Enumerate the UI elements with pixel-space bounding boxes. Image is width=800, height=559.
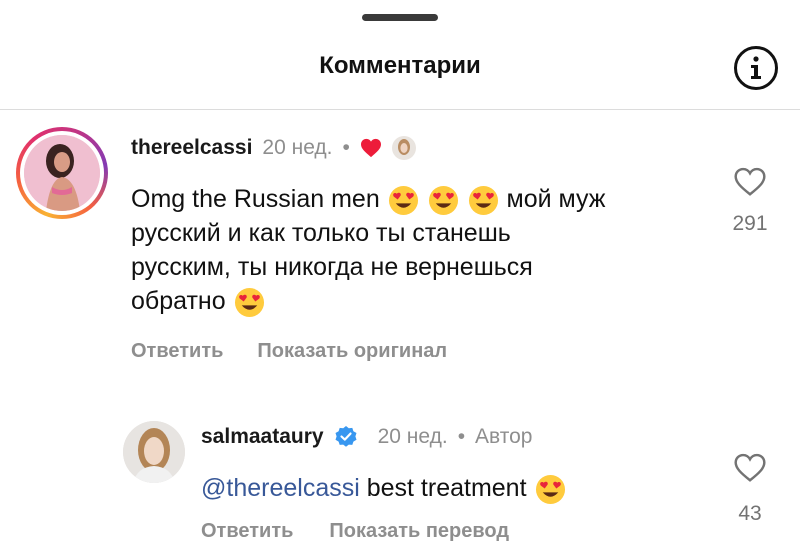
author-mini-avatar <box>391 136 416 160</box>
separator-dot: • <box>342 136 350 159</box>
heart-eyes-emoji-icon <box>534 474 567 504</box>
comment-time: 20 нед. <box>377 425 448 448</box>
verified-badge-icon <box>335 426 357 447</box>
heart-eyes-emoji-icon <box>233 287 266 317</box>
comment-text: мой муж <box>506 185 606 213</box>
info-icon <box>751 56 761 79</box>
drag-handle[interactable] <box>362 14 438 21</box>
like-heart-icon[interactable] <box>733 453 767 483</box>
comment-text: русским, ты никогда не вернешься <box>131 253 533 281</box>
page-title: Комментарии <box>319 52 481 79</box>
reply-button[interactable]: Ответить <box>201 520 293 543</box>
liked-by-author-heart-icon <box>360 138 381 158</box>
comment-username[interactable]: salmaataury <box>201 425 324 449</box>
comment-username[interactable]: thereelcassi <box>131 136 252 160</box>
heart-eyes-emoji-icon <box>467 185 507 215</box>
header-divider <box>0 109 800 110</box>
avatar[interactable] <box>123 421 185 483</box>
comment-text: русский и как только ты станешь <box>131 219 511 247</box>
separator-dot: • <box>457 425 466 448</box>
heart-eyes-emoji-icon <box>387 185 427 215</box>
like-count: 291 <box>732 212 768 235</box>
like-count: 43 <box>738 502 762 525</box>
comment-text: Omg the Russian men <box>131 185 380 213</box>
avatar[interactable] <box>16 127 108 219</box>
mention-link[interactable]: @thereelcassi <box>201 474 360 502</box>
heart-eyes-emoji-icon <box>427 185 467 215</box>
like-heart-icon[interactable] <box>733 167 767 197</box>
info-button[interactable] <box>734 46 778 90</box>
comment-time: 20 нед. <box>262 136 333 159</box>
author-label: Автор <box>475 425 533 448</box>
show-original-button[interactable]: Показать оригинал <box>257 340 447 363</box>
comment-text: обратно <box>131 287 226 315</box>
show-translation-button[interactable]: Показать перевод <box>329 520 509 543</box>
reply-button[interactable]: Ответить <box>131 340 223 363</box>
comment-text: best treatment <box>366 474 527 502</box>
